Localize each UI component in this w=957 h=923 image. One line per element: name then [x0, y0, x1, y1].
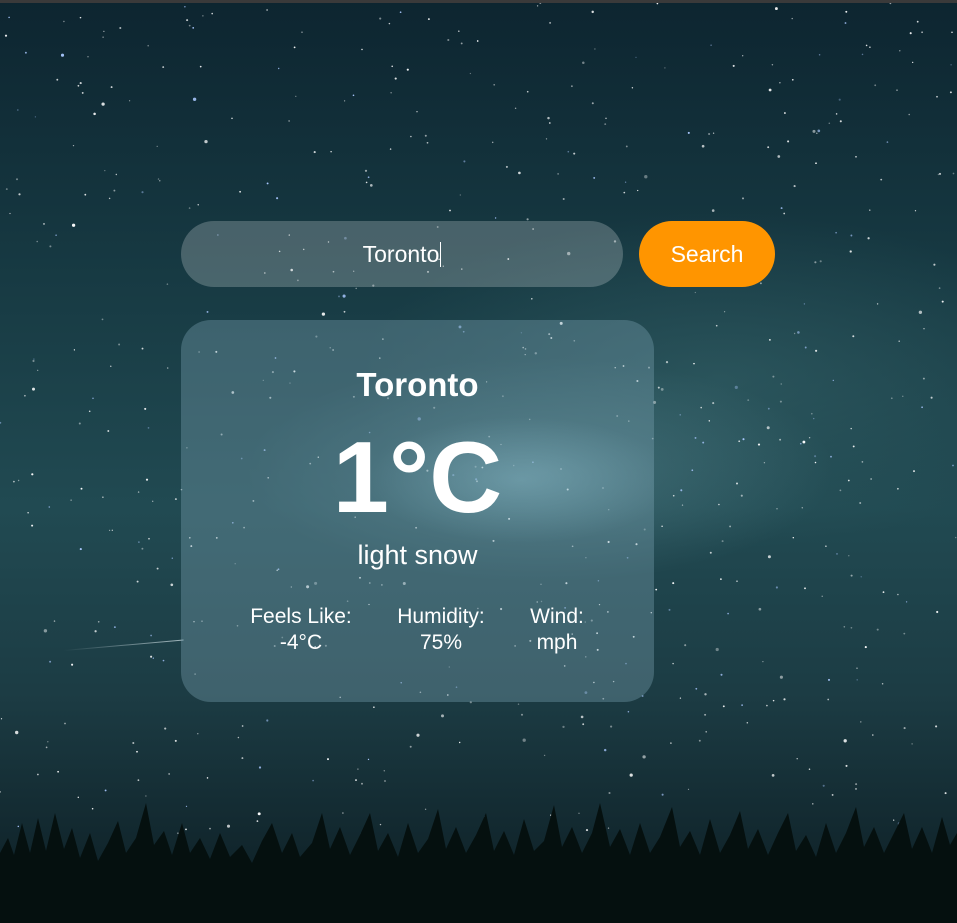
feels-like-label: Feels Like:: [250, 605, 352, 628]
feels-like-stat: Feels Like: -4°C: [241, 604, 361, 656]
temperature: 1°C: [332, 422, 503, 534]
humidity-label: Humidity:: [397, 605, 485, 628]
page-background: Toronto Search Toronto 1°C light snow Fe…: [0, 0, 957, 923]
weather-description: light snow: [357, 540, 478, 570]
window-top-border: [0, 0, 957, 3]
wind-stat: Wind: mph: [517, 604, 597, 656]
city-search-value: Toronto: [362, 240, 440, 267]
wind-value: mph: [536, 631, 578, 654]
humidity-value: 75%: [419, 631, 463, 654]
search-button[interactable]: Search: [639, 221, 775, 287]
feels-like-value: -4°C: [279, 631, 323, 654]
city-search-input[interactable]: Toronto: [181, 221, 623, 287]
city-name: Toronto: [356, 366, 479, 403]
wind-label: Wind:: [530, 605, 584, 628]
forest-silhouette: [0, 803, 957, 923]
humidity-stat: Humidity: 75%: [381, 604, 501, 656]
weather-card: Toronto 1°C light snow Feels Like: -4°C …: [181, 320, 654, 702]
text-caret: [440, 241, 442, 267]
